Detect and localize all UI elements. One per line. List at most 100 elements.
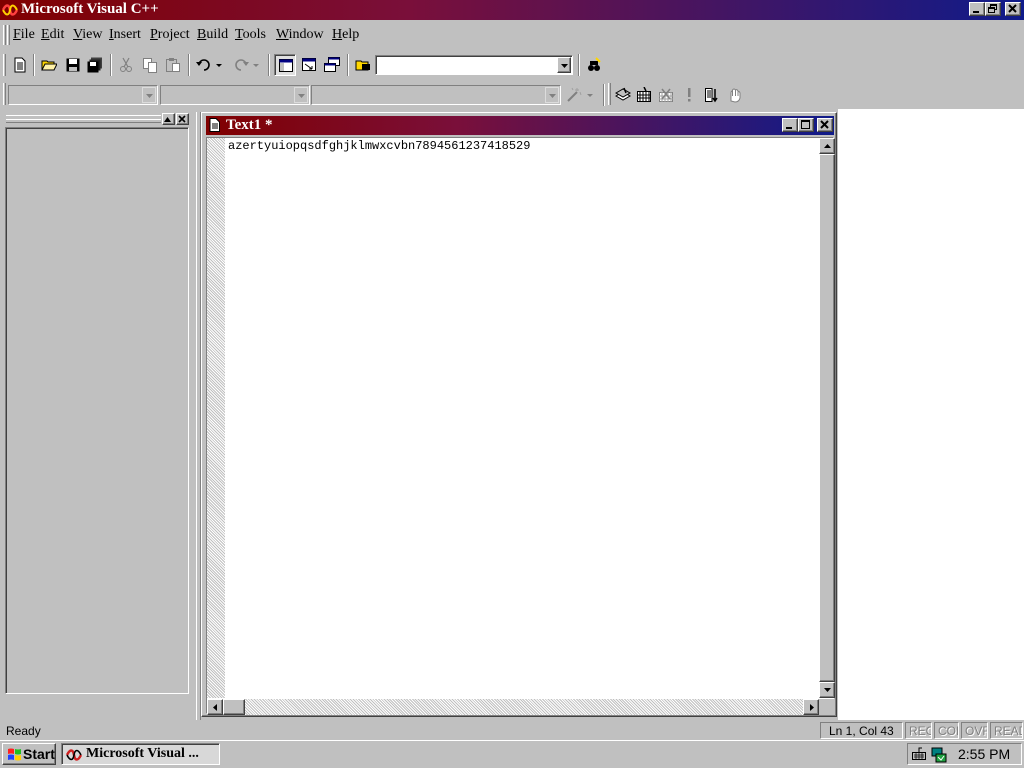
keyboard-icon[interactable] [912, 747, 926, 764]
text-document-icon[interactable] [209, 118, 221, 137]
app-title-bar[interactable]: Microsoft Visual C++ [0, 0, 1024, 20]
document-window: Text1 * azertyuiopqsdfghjklmwxcvbn789456… [201, 112, 837, 717]
menu-view[interactable]: View [73, 27, 103, 43]
workspace-panel [3, 112, 193, 720]
vertical-scroll-thumb[interactable] [819, 154, 835, 682]
filter-combo-dropdown-button[interactable] [294, 87, 308, 103]
breakpoint-button[interactable] [724, 84, 746, 106]
find-combo-dropdown-button[interactable] [557, 57, 571, 73]
workspace-toggle-button[interactable] [274, 54, 296, 76]
toolbar-grip[interactable] [3, 54, 6, 76]
workspace-panel-maximize-button[interactable] [162, 113, 175, 125]
paste-button[interactable] [162, 54, 184, 76]
visual-cpp-icon[interactable] [1, 2, 19, 18]
search-icon [588, 57, 601, 71]
menu-project[interactable]: Project [150, 27, 190, 43]
document-minimize-button[interactable] [782, 118, 798, 132]
members-combo-dropdown-button[interactable] [545, 87, 559, 103]
minimize-button[interactable] [969, 2, 985, 16]
copy-button[interactable] [139, 54, 161, 76]
scroll-right-button[interactable] [803, 699, 819, 715]
menu-window[interactable]: Window [276, 27, 324, 43]
stop-build-button[interactable] [655, 84, 677, 106]
close-icon [820, 120, 829, 129]
go-button[interactable] [701, 84, 723, 106]
wizard-actions-button[interactable] [563, 84, 599, 106]
menu-bar: File Edit View Insert Project Build Tool… [0, 22, 1024, 48]
class-combo[interactable] [8, 85, 158, 105]
chevron-down-icon [298, 94, 305, 98]
horizontal-scrollbar[interactable] [207, 699, 819, 715]
chevron-down-icon [146, 94, 153, 98]
build-button[interactable] [633, 84, 655, 106]
document-close-button[interactable] [817, 118, 833, 132]
menu-bar-grip[interactable] [3, 25, 6, 45]
menu-bar-grip-2[interactable] [7, 25, 10, 45]
horizontal-scroll-thumb[interactable] [223, 699, 245, 715]
scroll-up-button[interactable] [819, 138, 835, 154]
start-button[interactable]: Start [2, 743, 56, 765]
go-icon [705, 88, 718, 103]
cut-icon [120, 57, 132, 72]
find-in-files-button[interactable] [352, 54, 374, 76]
execute-icon [688, 88, 691, 102]
redo-button[interactable] [230, 54, 264, 76]
toolbar-separator [33, 54, 35, 76]
editor-line-1[interactable]: azertyuiopqsdfghjklmwxcvbn78945612374185… [228, 139, 530, 153]
size-grip[interactable] [819, 699, 835, 715]
workspace-tree-area[interactable] [5, 127, 189, 694]
filter-combo[interactable] [160, 85, 310, 105]
cut-button[interactable] [115, 54, 137, 76]
workspace-icon [279, 59, 293, 72]
chevron-down-icon [549, 94, 556, 98]
status-indicator-col: COL [934, 722, 959, 739]
maximize-icon [801, 120, 810, 129]
execute-button[interactable] [678, 84, 700, 106]
toolbar-separator [268, 54, 270, 76]
save-icon [66, 58, 80, 72]
mdi-client-area[interactable] [838, 109, 1024, 720]
text-editor[interactable]: azertyuiopqsdfghjklmwxcvbn78945612374185… [206, 137, 835, 715]
document-maximize-button[interactable] [798, 118, 814, 132]
save-all-button[interactable] [84, 54, 106, 76]
output-icon [302, 58, 316, 71]
restore-button[interactable] [985, 2, 1001, 16]
vertical-scrollbar[interactable] [819, 138, 835, 698]
new-text-file-button[interactable] [9, 54, 31, 76]
scroll-down-button[interactable] [819, 682, 835, 698]
search-button[interactable] [583, 54, 605, 76]
save-button[interactable] [62, 54, 84, 76]
network-icon[interactable] [931, 747, 947, 766]
menu-build[interactable]: Build [197, 27, 228, 43]
menu-insert[interactable]: Insert [109, 27, 141, 43]
undo-button[interactable] [193, 54, 227, 76]
workspace-panel-close-button[interactable] [176, 113, 189, 125]
window-list-button[interactable] [321, 54, 343, 76]
save-all-icon [87, 57, 102, 73]
triangle-up-icon [164, 117, 171, 122]
paste-icon [166, 58, 180, 72]
toolbar-separator [110, 54, 112, 76]
compile-button[interactable] [612, 84, 634, 106]
menu-tools[interactable]: Tools [235, 27, 266, 43]
document-title-bar[interactable]: Text1 * [206, 116, 834, 135]
taskbar-task-label: Microsoft Visual ... [86, 746, 199, 761]
clock[interactable]: 2:55 PM [958, 746, 1010, 762]
scroll-left-button[interactable] [207, 699, 223, 715]
menu-help[interactable]: Help [332, 27, 359, 43]
toolbar-grip[interactable] [3, 83, 6, 105]
open-button[interactable] [38, 54, 60, 76]
output-button[interactable] [298, 54, 320, 76]
menu-edit[interactable]: Edit [41, 27, 64, 43]
find-combo[interactable] [375, 55, 573, 75]
class-combo-dropdown-button[interactable] [142, 87, 156, 103]
close-button[interactable] [1005, 2, 1021, 16]
window-list-icon [324, 57, 340, 72]
members-combo[interactable] [311, 85, 561, 105]
selection-margin[interactable] [207, 138, 225, 698]
document-title: Text1 * [226, 117, 273, 133]
taskbar-task-visual-cpp[interactable]: Microsoft Visual ... [61, 743, 220, 765]
menu-file[interactable]: File [13, 27, 35, 43]
toolbar-grip[interactable] [608, 83, 611, 105]
workspace-panel-grip-2[interactable] [6, 119, 161, 123]
